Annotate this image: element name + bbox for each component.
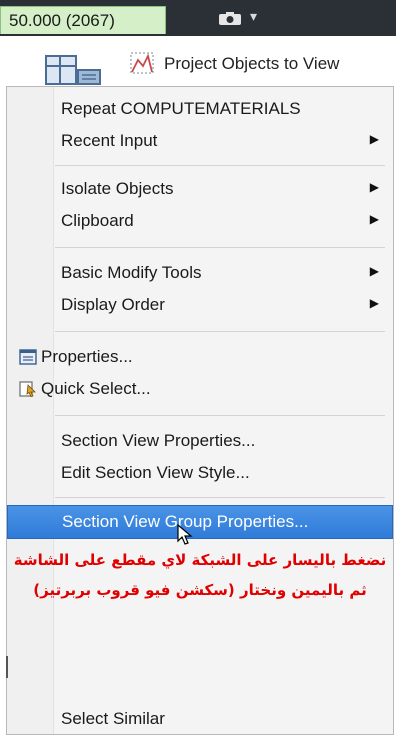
coordinate-tab[interactable]: 50.000 (2067) — [0, 6, 166, 34]
submenu-arrow-icon: ▶ — [369, 180, 379, 194]
menu-item-label: Recent Input — [61, 131, 158, 150]
menu-item-label: Basic Modify Tools — [61, 263, 202, 282]
mouse-cursor-icon — [177, 524, 193, 545]
menu-separator — [55, 247, 385, 248]
menu-item-label: Quick Select... — [41, 379, 151, 398]
menu-item-label: Display Order — [61, 295, 165, 314]
menu-item-properties[interactable]: Properties... — [7, 341, 393, 373]
profile-view-icon[interactable] — [130, 52, 154, 74]
chevron-down-icon[interactable]: ▾ — [250, 8, 257, 25]
menu-item-clipboard[interactable]: Clipboard ▶ — [7, 205, 393, 237]
menu-item-label: Repeat COMPUTEMATERIALS — [61, 99, 301, 118]
menu-item-quick-select[interactable]: Quick Select... — [7, 373, 393, 405]
quick-select-icon — [19, 381, 36, 397]
properties-icon — [19, 349, 37, 365]
annotation-line-2: ثم باليمين ونختار (سكشن فيو قروب بربرتيز… — [33, 581, 367, 599]
submenu-arrow-icon: ▶ — [369, 132, 379, 146]
menu-item-label: Properties... — [41, 347, 133, 366]
submenu-arrow-icon: ▶ — [369, 296, 379, 310]
menu-item-label: Section View Properties... — [61, 431, 256, 450]
menu-item-isolate-objects[interactable]: Isolate Objects ▶ — [7, 173, 393, 205]
menu-item-display-order[interactable]: Display Order ▶ — [7, 289, 393, 321]
menu-item-recent-input[interactable]: Recent Input ▶ — [7, 125, 393, 157]
menu-item-select-similar[interactable]: Select Similar — [7, 703, 393, 735]
submenu-arrow-icon: ▶ — [369, 264, 379, 278]
menu-item-label: Isolate Objects — [61, 179, 174, 198]
camera-icon[interactable] — [218, 12, 242, 26]
layout-grid-icon[interactable] — [44, 48, 106, 88]
menu-separator — [55, 415, 385, 416]
ribbon-bar: 50.000 (2067) ▾ — [0, 0, 396, 36]
menu-item-basic-modify-tools[interactable]: Basic Modify Tools ▶ — [7, 257, 393, 289]
menu-item-edit-section-view-style[interactable]: Edit Section View Style... — [7, 457, 393, 489]
text-caret — [6, 656, 8, 678]
menu-item-repeat[interactable]: Repeat COMPUTEMATERIALS — [7, 93, 393, 125]
menu-separator — [55, 497, 385, 498]
project-objects-label[interactable]: Project Objects to View — [164, 54, 339, 74]
submenu-arrow-icon: ▶ — [369, 212, 379, 226]
instruction-annotation: نضغط باليسار على الشبكة لاي مقطع على الش… — [6, 545, 394, 605]
menu-separator — [55, 331, 385, 332]
menu-item-label: Select Similar — [61, 709, 165, 728]
annotation-line-1: نضغط باليسار على الشبكة لاي مقطع على الش… — [13, 551, 387, 569]
context-menu: Repeat COMPUTEMATERIALS Recent Input ▶ I… — [6, 86, 394, 735]
menu-item-section-view-properties[interactable]: Section View Properties... — [7, 425, 393, 457]
menu-item-label: Edit Section View Style... — [61, 463, 250, 482]
menu-item-label: Clipboard — [61, 211, 134, 230]
menu-item-section-view-group-properties[interactable]: Section View Group Properties... — [7, 505, 393, 539]
menu-separator — [55, 165, 385, 166]
